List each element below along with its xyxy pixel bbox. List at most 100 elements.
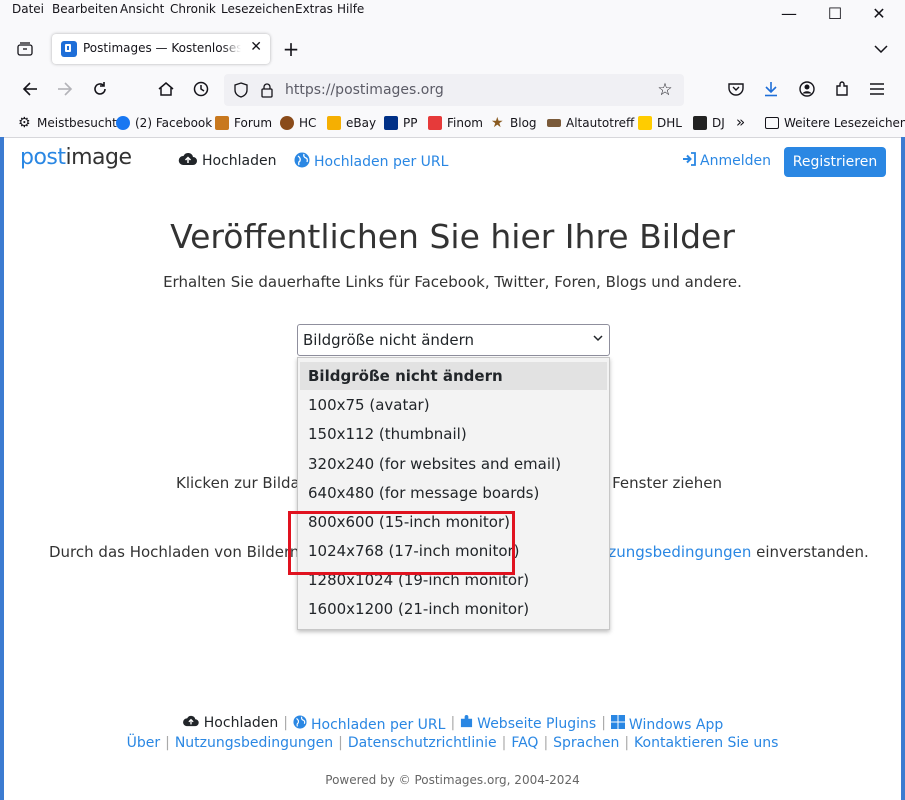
- extensions-icon[interactable]: [832, 79, 852, 99]
- shield-icon[interactable]: [232, 81, 250, 99]
- gear-icon: ⚙: [18, 115, 31, 131]
- bookmark-ebay[interactable]: eBay: [327, 116, 376, 130]
- resize-select[interactable]: Bildgröße nicht ändern: [297, 324, 610, 356]
- tab-title: Postimages — Kostenloses Bildhosting: [83, 41, 241, 55]
- bookmark-meistbesucht[interactable]: ⚙ Meistbesucht: [18, 116, 117, 130]
- chevron-down-icon[interactable]: [870, 38, 892, 60]
- minimize-button[interactable]: —: [766, 0, 812, 26]
- dropdown-option[interactable]: 100x75 (avatar): [300, 391, 607, 419]
- footer-privacy[interactable]: Datenschutzrichtlinie: [348, 735, 497, 751]
- register-button[interactable]: Registrieren: [784, 147, 886, 177]
- menu-ansicht[interactable]: Ansicht: [120, 2, 164, 16]
- reload-icon[interactable]: [90, 79, 110, 99]
- menu-datei[interactable]: Datei: [12, 2, 44, 16]
- globe-icon: [293, 715, 307, 733]
- chevron-down-icon: [593, 331, 603, 346]
- windows-icon: [610, 715, 625, 733]
- cloud-upload-icon: [178, 152, 198, 170]
- terms-text-left: Durch das Hochladen von Bildern a: [49, 543, 314, 561]
- terms-link[interactable]: utzungsbedingungen: [593, 543, 751, 561]
- page-subtitle: Erhalten Sie dauerhafte Links für Facebo…: [163, 273, 742, 291]
- lock-icon[interactable]: [258, 81, 276, 99]
- dropdown-option[interactable]: 320x240 (for websites and email): [300, 450, 607, 478]
- footer-about[interactable]: Über: [127, 735, 161, 751]
- menu-bearbeiten[interactable]: Bearbeiten: [52, 2, 118, 16]
- maximize-button[interactable]: ☐: [812, 0, 858, 26]
- url-text: https://postimages.org: [285, 82, 444, 98]
- bookmark-star-icon[interactable]: ☆: [656, 80, 674, 100]
- postimages-favicon-icon: [61, 41, 77, 57]
- forward-icon[interactable]: [55, 79, 75, 99]
- car-icon: [547, 119, 561, 127]
- dj-icon: [693, 116, 707, 130]
- dhl-icon: [638, 116, 652, 130]
- chrome-divider: [0, 137, 905, 138]
- footer-faq[interactable]: FAQ: [511, 735, 538, 751]
- bookmark-folder-weitere[interactable]: Weitere Lesezeichen: [765, 116, 905, 130]
- account-icon[interactable]: [797, 79, 817, 99]
- footer-windows-app[interactable]: Windows App: [610, 715, 723, 733]
- menu-lesezeichen[interactable]: Lesezeichen: [221, 2, 295, 16]
- bookmark-altautotreff[interactable]: Altautotreff: [547, 116, 634, 130]
- login-link[interactable]: Anmelden: [682, 152, 771, 170]
- footer-contact[interactable]: Kontaktieren Sie uns: [634, 735, 778, 751]
- ebay-icon: [327, 116, 341, 130]
- downloads-icon[interactable]: [761, 79, 781, 99]
- hc-icon: [280, 116, 294, 130]
- powered-by-text: Powered by © Postimages.org, 2004-2024: [325, 773, 580, 787]
- facebook-icon: [116, 116, 130, 130]
- dropdown-option[interactable]: 640x480 (for message boards): [300, 479, 607, 507]
- bookmark-dhl[interactable]: DHL: [638, 116, 682, 130]
- bookmark-blog[interactable]: ★ Blog: [491, 116, 537, 130]
- tab-overview-icon[interactable]: [14, 38, 36, 60]
- url-bar[interactable]: https://postimages.org ☆: [224, 74, 684, 106]
- forum-icon: [215, 116, 229, 130]
- dropdown-option[interactable]: 1600x1200 (21-inch monitor): [300, 595, 607, 623]
- bookmark-hc[interactable]: HC: [280, 116, 316, 130]
- dropdown-option[interactable]: 150x112 (thumbnail): [300, 420, 607, 448]
- bookmarks-overflow-icon[interactable]: »: [736, 113, 745, 131]
- footer-links-secondary: Über | Nutzungsbedingungen | Datenschutz…: [126, 735, 779, 751]
- nav-upload[interactable]: Hochladen: [178, 152, 277, 170]
- bookmark-dj[interactable]: DJ: [693, 116, 725, 130]
- postimage-logo[interactable]: postimage: [20, 145, 132, 170]
- bookmark-finom[interactable]: Finom: [428, 116, 483, 130]
- back-icon[interactable]: [20, 79, 40, 99]
- globe-icon: [294, 152, 310, 172]
- navigation-bar: https://postimages.org ☆: [0, 72, 905, 108]
- sign-in-icon: [682, 152, 696, 170]
- bookmark-pp[interactable]: PP: [384, 116, 417, 130]
- close-tab-icon[interactable]: ✕: [250, 39, 262, 55]
- dropdown-option[interactable]: Bildgröße nicht ändern: [300, 362, 607, 390]
- bookmark-facebook[interactable]: (2) Facebook: [116, 116, 212, 130]
- nav-upload-url[interactable]: Hochladen per URL: [294, 152, 448, 172]
- footer-links-primary: Hochladen | Hochladen per URL | Webseite…: [0, 715, 905, 733]
- footer-languages[interactable]: Sprachen: [553, 735, 619, 751]
- highlight-annotation-box: [288, 511, 515, 575]
- home-icon[interactable]: [156, 79, 176, 99]
- app-menu-icon[interactable]: [867, 79, 887, 99]
- close-window-button[interactable]: ✕: [856, 0, 902, 26]
- star-icon: ★: [491, 115, 504, 131]
- history-icon[interactable]: [191, 79, 211, 99]
- menu-extras[interactable]: Extras: [295, 2, 333, 16]
- folder-icon: [765, 117, 779, 129]
- puzzle-icon: [460, 715, 473, 732]
- menu-hilfe[interactable]: Hilfe: [337, 2, 364, 16]
- resize-dropdown-list: Bildgröße nicht ändern 100x75 (avatar) 1…: [297, 357, 610, 630]
- bookmark-forum[interactable]: Forum: [215, 116, 272, 130]
- resize-select-value: Bildgröße nicht ändern: [303, 331, 475, 349]
- paypal-icon: [384, 116, 398, 130]
- footer-upload[interactable]: Hochladen: [182, 715, 278, 733]
- menu-chronik[interactable]: Chronik: [170, 2, 216, 16]
- pocket-icon[interactable]: [726, 79, 746, 99]
- finom-icon: [428, 116, 442, 130]
- terms-text-right: utzungsbedingungen einverstanden.: [593, 543, 869, 561]
- footer-upload-url[interactable]: Hochladen per URL: [293, 715, 445, 733]
- tab-postimages[interactable]: Postimages — Kostenloses Bildhosting ✕: [52, 34, 270, 64]
- tab-bar: Postimages — Kostenloses Bildhosting ✕ +: [0, 30, 905, 68]
- footer-plugins[interactable]: Webseite Plugins: [460, 715, 596, 733]
- new-tab-icon[interactable]: +: [280, 37, 302, 61]
- page-title: Veröffentlichen Sie hier Ihre Bilder: [170, 217, 735, 256]
- footer-terms[interactable]: Nutzungsbedingungen: [175, 735, 333, 751]
